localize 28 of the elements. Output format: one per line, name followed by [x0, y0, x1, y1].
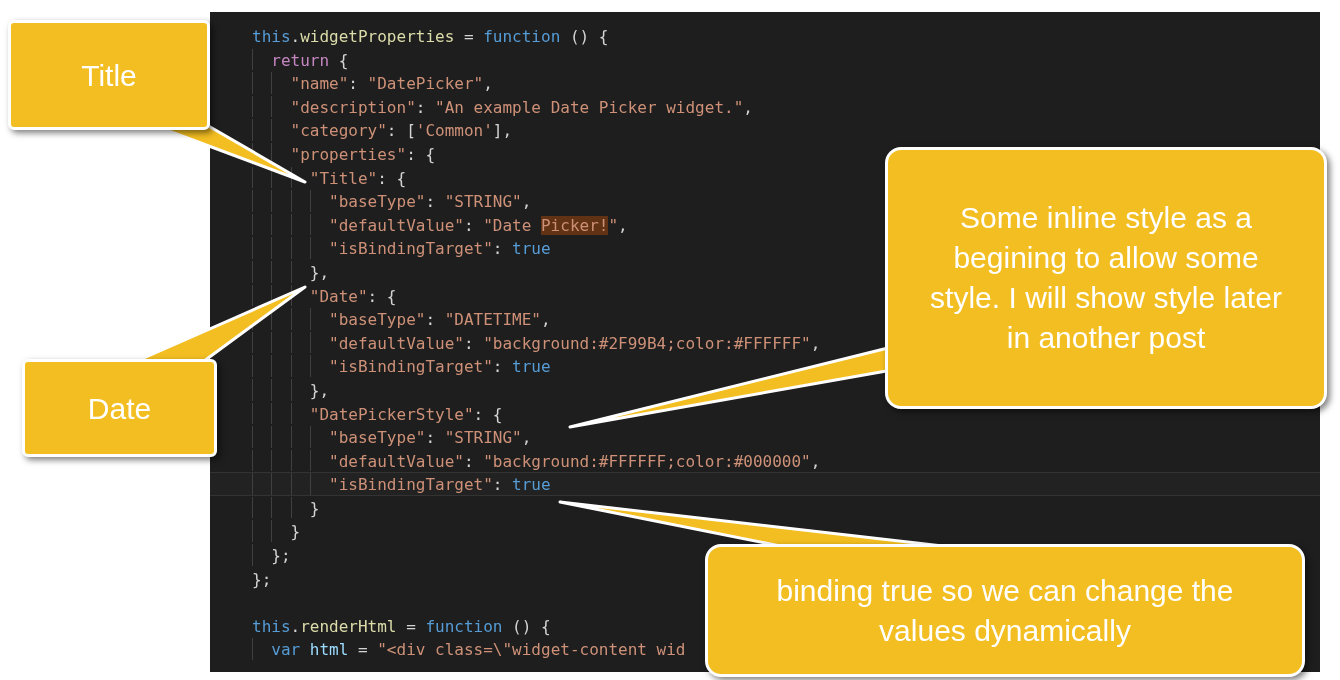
code-line: } [289, 521, 301, 543]
code-line: "defaultValue": "background:#FFFFFF;color:#000000", [328, 450, 821, 472]
code-line: "defaultValue": "Date Picker!", [328, 214, 628, 236]
code-line: "defaultValue": "background:#2F99B4;color:#FFFFFF", [328, 332, 821, 354]
callout-box: Some inline style as a begining to allow some style. I will show style later in another post [885, 147, 1327, 409]
code-line: this.renderHtml = function () { [252, 615, 551, 637]
code-line: "properties": { [289, 143, 436, 165]
code-line: return { [270, 49, 349, 71]
code-line: "baseType": "DATETIME", [328, 309, 551, 330]
code-line: "category": ['Common'], [289, 120, 513, 141]
code-line: "isBindingTarget": true [328, 474, 551, 495]
code-line: }, [308, 261, 330, 283]
code-line: }, [308, 379, 330, 401]
code-line: "isBindingTarget": true [328, 238, 551, 259]
code-line: "baseType": "STRING", [328, 427, 532, 448]
callout-box: Date [22, 359, 217, 457]
code-line: "isBindingTarget": true [328, 356, 551, 377]
code-line: "name": "DatePicker", [289, 73, 493, 94]
code-line: } [308, 497, 320, 519]
code-line: }; [252, 568, 272, 590]
code-line: "Date": { [308, 285, 397, 307]
code-line: this.widgetProperties = function () { [252, 26, 609, 47]
code-line: var html = "<div class=\"widget-content wid [270, 639, 686, 661]
code-line: "baseType": "STRING", [328, 191, 532, 212]
code-line: "description": "An example Date Picker widget.", [289, 96, 753, 118]
code-line: "DatePickerStyle": { [308, 403, 503, 425]
code-line: }; [270, 545, 291, 566]
code-line: "Title": { [308, 167, 407, 189]
